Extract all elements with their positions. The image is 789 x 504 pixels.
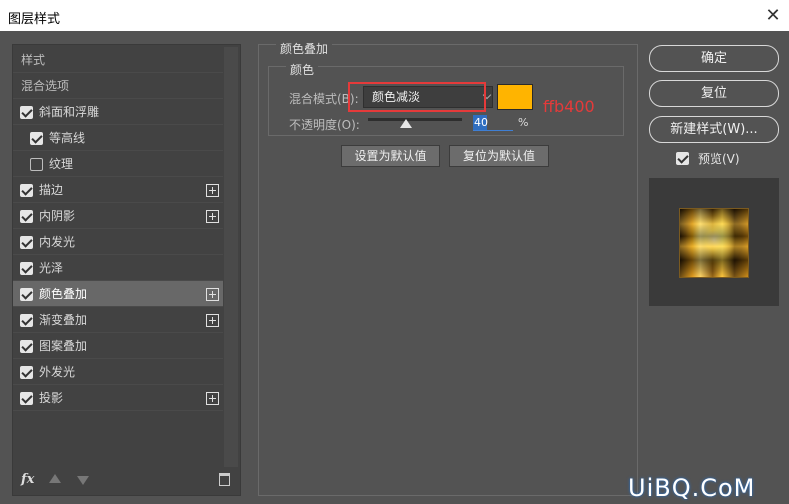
style-item[interactable]: 等高线 [13,125,223,151]
add-icon[interactable] [206,184,219,197]
add-icon[interactable] [206,392,219,405]
style-item-label: 内阴影 [39,209,76,223]
style-item[interactable]: 投影 [13,385,223,411]
styles-scrollbar[interactable] [224,47,238,467]
styles-panel: 样式混合选项斜面和浮雕等高线纹理描边内阴影内发光光泽颜色叠加渐变叠加图案叠加外发… [12,44,241,496]
watermark-text: UiBQ.CoM [628,474,756,502]
trash-icon[interactable] [219,473,230,486]
style-item[interactable]: 斜面和浮雕 [13,99,223,125]
opacity-unit: % [518,116,529,129]
window-title: 图层样式 [8,12,61,27]
style-item-label: 外发光 [39,365,76,379]
preview-thumbnail [679,208,749,278]
add-icon[interactable] [206,314,219,327]
style-item[interactable]: 颜色叠加 [13,281,223,307]
style-item-label: 等高线 [49,131,86,145]
style-item-label: 光泽 [39,261,64,275]
ok-button[interactable]: 确定 [649,45,779,72]
style-item-label: 图案叠加 [39,339,88,353]
style-item-label: 渐变叠加 [39,313,88,327]
style-item[interactable]: 描边 [13,177,223,203]
title-bar: 图层样式 ✕ [0,0,789,31]
style-checkbox[interactable] [20,236,33,249]
style-item[interactable]: 混合选项 [13,73,223,99]
style-checkbox[interactable] [20,184,33,197]
style-item[interactable]: 外发光 [13,359,223,385]
style-item[interactable]: 光泽 [13,255,223,281]
style-item-label: 纹理 [49,157,74,171]
preview-label: 预览(V) [698,152,740,166]
preview-checkbox[interactable] [676,152,689,165]
styles-toolbar: fx [13,467,240,495]
style-item[interactable]: 纹理 [13,151,223,177]
style-item-label: 内发光 [39,235,76,249]
move-up-icon[interactable] [49,474,61,483]
style-checkbox[interactable] [20,288,33,301]
style-item-label: 描边 [39,183,64,197]
opacity-slider-thumb[interactable] [399,119,412,128]
opacity-input-underline [473,130,513,131]
close-icon[interactable]: ✕ [757,0,789,31]
style-item-label: 混合选项 [21,79,70,93]
add-icon[interactable] [206,288,219,301]
move-down-icon[interactable] [77,476,89,485]
style-checkbox[interactable] [20,366,33,379]
highlight-box [348,82,486,112]
fx-button[interactable]: fx [21,472,34,487]
style-item[interactable]: 内阴影 [13,203,223,229]
style-checkbox[interactable] [30,132,43,145]
style-checkbox[interactable] [30,158,43,171]
style-item[interactable]: 图案叠加 [13,333,223,359]
style-item-label: 投影 [39,391,64,405]
style-checkbox[interactable] [20,392,33,405]
color-swatch[interactable] [497,84,533,110]
style-item-label: 颜色叠加 [39,287,88,301]
reset-button[interactable]: 复位 [649,80,779,107]
style-checkbox[interactable] [20,106,33,119]
new-style-button[interactable]: 新建样式(W)... [649,116,779,143]
style-item-label: 样式 [21,53,46,67]
style-item-label: 斜面和浮雕 [39,105,100,119]
opacity-input[interactable]: 40 [473,115,488,131]
style-item[interactable]: 渐变叠加 [13,307,223,333]
preview-toggle[interactable]: 预览(V) [676,150,740,168]
color-annotation: ffb400 [543,97,595,116]
section-title: 颜色叠加 [276,40,333,57]
group-title: 颜色 [286,61,319,78]
styles-list: 样式混合选项斜面和浮雕等高线纹理描边内阴影内发光光泽颜色叠加渐变叠加图案叠加外发… [13,47,223,411]
reset-default-button[interactable]: 复位为默认值 [449,145,549,167]
opacity-label: 不透明度(O): [289,118,360,132]
style-checkbox[interactable] [20,262,33,275]
add-icon[interactable] [206,210,219,223]
set-default-button[interactable]: 设置为默认值 [341,145,440,167]
style-checkbox[interactable] [20,314,33,327]
style-checkbox[interactable] [20,210,33,223]
opacity-slider[interactable] [368,118,462,121]
style-checkbox[interactable] [20,340,33,353]
style-item[interactable]: 内发光 [13,229,223,255]
style-item[interactable]: 样式 [13,47,223,73]
